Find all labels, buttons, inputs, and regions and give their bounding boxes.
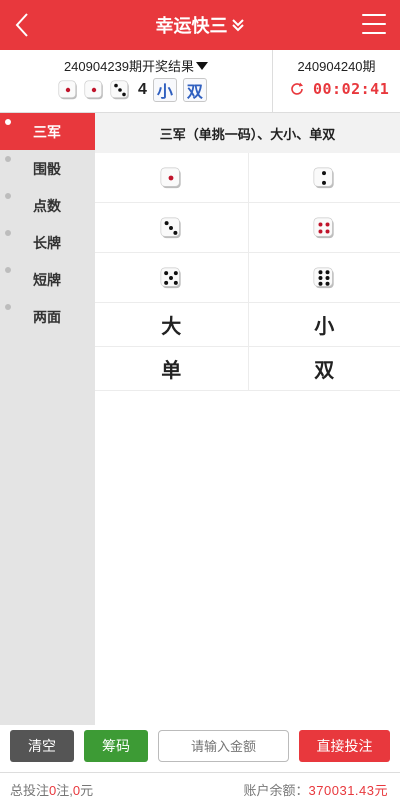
text-option-row: 单双 (95, 347, 400, 391)
option-label: 单 (161, 360, 182, 382)
sidebar-item-label: 围骰 (33, 160, 61, 177)
dice-face-3-icon (110, 80, 129, 100)
sidebar-item-label: 两面 (33, 308, 61, 325)
bullet-dot-icon (5, 304, 11, 310)
text-option-0[interactable]: 大 (95, 303, 248, 346)
double-chevron-down-icon (231, 19, 244, 32)
section-title: 三军（单挑一码）、大小、单双 (95, 113, 400, 153)
text-options-grid: 大小单双 (95, 303, 400, 391)
bullet-dot-icon (5, 230, 11, 236)
option-label: 小 (314, 316, 335, 338)
balance-label: 账户余额： (243, 783, 309, 798)
text-option-row: 大小 (95, 303, 400, 347)
text-option-3[interactable]: 双 (247, 347, 400, 390)
dice-face-1-icon (58, 80, 77, 100)
last-draw-panel[interactable]: 240904239期开奖结果 4 小 双 (0, 50, 272, 112)
sidebar-item-label: 短牌 (33, 271, 61, 288)
dice-face-3-icon (160, 217, 181, 238)
dice-option-row (95, 253, 400, 303)
place-bet-button[interactable]: 直接投注 (299, 730, 390, 762)
last-draw-result: 4 小 双 (58, 78, 213, 102)
sidebar-item-1[interactable]: 围骰 (0, 150, 95, 187)
total-bet-summary: 总投注0注,0元 (10, 780, 93, 799)
clear-button[interactable]: 清空 (10, 730, 74, 762)
dice-option-row (95, 203, 400, 253)
dice-option-row (95, 153, 400, 203)
page-title: 幸运快三 (155, 16, 228, 36)
balance-value: 370031.43元 (308, 783, 388, 798)
top-header: 幸运快三 (0, 0, 400, 50)
bullet-dot-icon (5, 156, 11, 162)
last-draw-title: 240904239期开奖结果 (63, 59, 195, 74)
refresh-icon[interactable] (289, 81, 305, 97)
sidebar-item-label: 点数 (33, 197, 61, 214)
play-type-sidebar: 三军围骰点数长牌短牌两面 (0, 113, 95, 725)
dice-face-5-icon (160, 267, 181, 288)
bet-amount-unit: 元 (80, 783, 94, 798)
sidebar-item-5[interactable]: 两面 (0, 298, 95, 335)
dice-option-5[interactable] (95, 253, 248, 302)
dice-face-2-icon (313, 167, 334, 188)
triangle-down-icon (196, 61, 209, 70)
bet-panel: 三军（单挑一码）、大小、单双 大小单双 (95, 113, 400, 391)
bullet-dot-icon (5, 267, 11, 273)
bet-count-unit: 注, (56, 783, 73, 798)
option-label: 大 (161, 316, 182, 338)
dice-option-3[interactable] (95, 203, 248, 252)
dice-face-6-icon (313, 267, 334, 288)
dice-options-grid (95, 153, 400, 303)
dice-face-1-icon (160, 167, 181, 188)
result-parity-badge: 双 (182, 78, 207, 102)
title-toggle[interactable]: 幸运快三 (0, 0, 400, 50)
bullet-dot-icon (5, 119, 11, 125)
text-option-1[interactable]: 小 (247, 303, 400, 346)
next-draw-panel: 240904240期 00:02:41 (272, 50, 400, 112)
sidebar-item-label: 长牌 (33, 234, 61, 251)
dice-face-4-icon (313, 217, 334, 238)
dice-face-1-icon (84, 80, 103, 100)
countdown-timer: 00:02:41 (313, 80, 390, 98)
sidebar-item-3[interactable]: 长牌 (0, 224, 95, 261)
hamburger-menu-icon[interactable] (362, 14, 386, 36)
text-option-2[interactable]: 单 (95, 347, 248, 390)
amount-input[interactable] (158, 730, 289, 762)
result-sum: 4 (138, 81, 147, 98)
sidebar-item-0[interactable]: 三军 (0, 113, 95, 150)
dice-option-4[interactable] (247, 203, 400, 252)
dice-option-6[interactable] (247, 253, 400, 302)
draw-info-bar: 240904239期开奖结果 4 小 双 240904240期 00:02:41 (0, 50, 400, 113)
dice-option-2[interactable] (247, 153, 400, 202)
footer-summary: 总投注0注,0元 账户余额：370031.43元 (0, 772, 400, 800)
option-label: 双 (314, 360, 335, 382)
total-bet-label: 总投注 (10, 783, 50, 798)
dice-option-1[interactable] (95, 153, 248, 202)
sidebar-item-4[interactable]: 短牌 (0, 261, 95, 298)
next-draw-issue: 240904240期 (297, 59, 376, 74)
sidebar-item-2[interactable]: 点数 (0, 187, 95, 224)
action-bar: 清空 筹码 直接投注 (0, 725, 400, 772)
chip-button[interactable]: 筹码 (84, 730, 148, 762)
result-size-badge: 小 (152, 78, 177, 102)
sidebar-item-label: 三军 (33, 123, 61, 140)
account-balance: 账户余额：370031.43元 (244, 780, 388, 799)
bullet-dot-icon (5, 193, 11, 199)
